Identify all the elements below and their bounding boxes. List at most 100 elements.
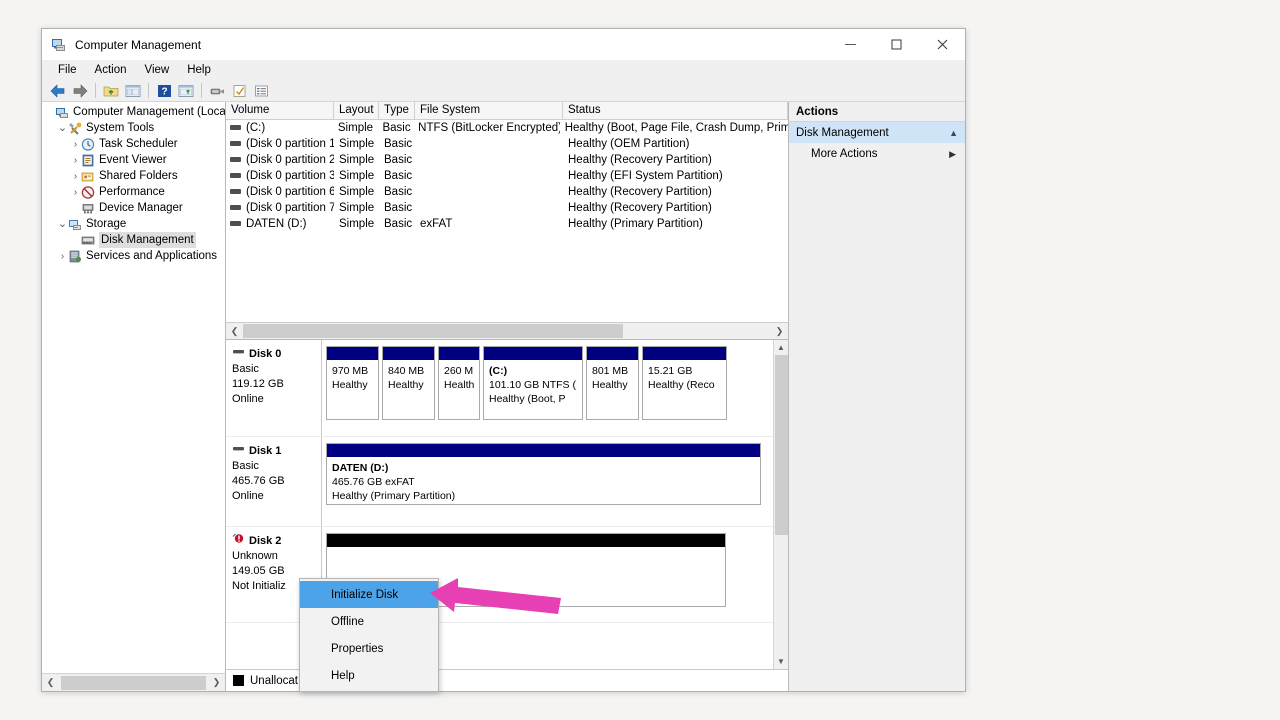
partition-block[interactable]: 801 MB Healthy bbox=[586, 346, 639, 420]
tree-item-event-viewer[interactable]: › Event Viewer bbox=[42, 152, 225, 168]
chevron-right-icon[interactable]: › bbox=[70, 187, 81, 198]
graph-scroll-down-button[interactable]: ▼ bbox=[774, 654, 788, 669]
context-menu-item-label: Help bbox=[331, 669, 355, 682]
menu-help[interactable]: Help bbox=[178, 62, 220, 78]
properties-window-icon[interactable] bbox=[176, 81, 196, 101]
partition-text: 15.21 GB Healthy (Reco bbox=[643, 360, 726, 392]
tree-scroll-thumb[interactable] bbox=[61, 675, 206, 690]
table-row[interactable]: (Disk 0 partition 1) Simple Basic Healthy (… bbox=[226, 136, 788, 152]
partition-block[interactable]: 970 MB Healthy bbox=[326, 346, 379, 420]
volume-name: (Disk 0 partition 6) bbox=[246, 186, 334, 198]
partition-status: Healthy bbox=[592, 379, 628, 391]
volume-scroll-track[interactable] bbox=[243, 323, 771, 339]
table-row[interactable]: (Disk 0 partition 6) Simple Basic Healthy (… bbox=[226, 184, 788, 200]
tree-scroll-left-button[interactable]: ❮ bbox=[42, 674, 59, 691]
volume-scroll-thumb[interactable] bbox=[243, 324, 623, 338]
volume-list-horizontal-scrollbar[interactable]: ❮ ❯ bbox=[226, 322, 788, 339]
graph-scroll-thumb[interactable] bbox=[775, 355, 788, 535]
tree-item-label: Performance bbox=[99, 186, 165, 198]
status-cell: Healthy (EFI System Partition) bbox=[568, 170, 723, 182]
tree-item-system-tools[interactable]: ⌄ System Tools bbox=[42, 120, 225, 136]
status-cell: Healthy (OEM Partition) bbox=[568, 138, 690, 150]
chevron-right-icon[interactable]: › bbox=[70, 155, 81, 166]
context-menu-item-offline[interactable]: Offline bbox=[300, 608, 438, 635]
partition-text: 801 MB Healthy bbox=[587, 360, 638, 392]
tree-scroll-track[interactable] bbox=[59, 674, 208, 691]
refresh-icon[interactable] bbox=[207, 81, 227, 101]
partition-status: Healthy (Boot, P bbox=[489, 393, 566, 405]
tree-item-storage[interactable]: ⌄ Storage bbox=[42, 216, 225, 232]
graph-scroll-track[interactable] bbox=[774, 355, 788, 654]
partition-block[interactable]: 840 MB Healthy bbox=[382, 346, 435, 420]
column-header-volume[interactable]: Volume bbox=[226, 102, 334, 119]
chevron-right-icon[interactable]: › bbox=[70, 139, 81, 150]
tree-item-computer-management-local[interactable]: Computer Management (Local bbox=[42, 104, 225, 120]
back-icon[interactable] bbox=[48, 81, 68, 101]
annotation-arrow bbox=[428, 576, 563, 626]
volume-scroll-right-button[interactable]: ❯ bbox=[771, 323, 788, 339]
chevron-down-icon[interactable]: ⌄ bbox=[57, 122, 68, 133]
maximize-button[interactable] bbox=[873, 29, 919, 60]
context-menu-item-help[interactable]: Help bbox=[300, 662, 438, 689]
status-cell: Healthy (Recovery Partition) bbox=[568, 202, 712, 214]
tree-item-disk-management[interactable]: Disk Management bbox=[42, 232, 225, 248]
chevron-right-icon[interactable]: › bbox=[57, 251, 68, 262]
tree-item-services-and-applications[interactable]: › Services and Applications bbox=[42, 248, 225, 264]
menu-action[interactable]: Action bbox=[86, 62, 136, 78]
list-view-icon[interactable] bbox=[251, 81, 271, 101]
forward-icon[interactable] bbox=[70, 81, 90, 101]
status-cell: Healthy (Boot, Page File, Crash Dump, Pr… bbox=[564, 122, 788, 134]
partition-text: 260 M Health bbox=[439, 360, 479, 392]
action-more-actions[interactable]: More Actions ▶ bbox=[789, 143, 965, 165]
column-header-layout[interactable]: Layout bbox=[334, 102, 379, 119]
chevron-down-icon[interactable]: ⌄ bbox=[57, 218, 68, 229]
help-icon[interactable]: ? bbox=[154, 81, 174, 101]
table-row[interactable]: DATEN (D:) Simple Basic exFAT Healthy (Prima… bbox=[226, 216, 788, 232]
column-header-file-system[interactable]: File System bbox=[415, 102, 563, 119]
graph-scroll-up-button[interactable]: ▲ bbox=[774, 340, 788, 355]
table-row[interactable]: (Disk 0 partition 7) Simple Basic Healthy (… bbox=[226, 200, 788, 216]
disk-type: Basic bbox=[232, 363, 259, 375]
chevron-up-icon[interactable]: ▲ bbox=[949, 128, 958, 138]
context-menu-item-initialize-disk[interactable]: Initialize Disk bbox=[300, 581, 438, 608]
type-cell: Basic bbox=[384, 186, 413, 198]
chevron-right-icon[interactable]: › bbox=[70, 171, 81, 182]
menu-view[interactable]: View bbox=[136, 62, 179, 78]
table-row[interactable]: (Disk 0 partition 2) Simple Basic Healthy (… bbox=[226, 152, 788, 168]
table-row[interactable]: (Disk 0 partition 3) Simple Basic Healthy (… bbox=[226, 168, 788, 184]
volume-list: Volume Layout Type File System Status (C… bbox=[226, 102, 788, 340]
tree-item-shared-folders[interactable]: › Shared Folders bbox=[42, 168, 225, 184]
actions-pane: Actions Disk Management ▲ More Actions ▶ bbox=[789, 102, 965, 691]
up-folder-icon[interactable] bbox=[101, 81, 121, 101]
tree-scroll-right-button[interactable]: ❯ bbox=[208, 674, 225, 691]
partition-block[interactable]: (C:) 101.10 GB NTFS (Healthy (Boot, P bbox=[483, 346, 583, 420]
tree-item-label: Disk Management bbox=[99, 232, 196, 248]
actions-group-label: Disk Management bbox=[796, 126, 889, 139]
context-menu-item-label: Initialize Disk bbox=[331, 588, 399, 601]
filesystem-cell: exFAT bbox=[420, 218, 453, 230]
column-header-type[interactable]: Type bbox=[379, 102, 415, 119]
partition-text: 840 MB Healthy bbox=[383, 360, 434, 392]
actions-group-disk-management[interactable]: Disk Management ▲ bbox=[789, 122, 965, 143]
tree-item-task-scheduler[interactable]: › Task Scheduler bbox=[42, 136, 225, 152]
tree-horizontal-scrollbar[interactable]: ❮ ❯ bbox=[42, 673, 225, 691]
disk-name-row: Disk 2 bbox=[232, 533, 321, 549]
close-button[interactable] bbox=[919, 29, 965, 60]
menu-file[interactable]: File bbox=[49, 62, 86, 78]
partition-block[interactable]: 260 M Health bbox=[438, 346, 480, 420]
disk-info-panel[interactable]: Disk 0 Basic 119.12 GB Online bbox=[226, 340, 322, 436]
column-header-status[interactable]: Status bbox=[563, 102, 788, 119]
checkmark-task-icon[interactable] bbox=[229, 81, 249, 101]
minimize-button[interactable] bbox=[827, 29, 873, 60]
table-row[interactable]: (C:) Simple Basic NTFS (BitLocker Encrypted… bbox=[226, 120, 788, 136]
tree-item-device-manager[interactable]: Device Manager bbox=[42, 200, 225, 216]
graph-vertical-scrollbar[interactable]: ▲ ▼ bbox=[773, 340, 788, 669]
partition-block[interactable]: 15.21 GB Healthy (Reco bbox=[642, 346, 727, 420]
context-menu-item-properties[interactable]: Properties bbox=[300, 635, 438, 662]
volume-scroll-left-button[interactable]: ❮ bbox=[226, 323, 243, 339]
partition-block[interactable]: DATEN (D:) 465.76 GB exFAT Healthy (Primar… bbox=[326, 443, 761, 505]
disk-info-panel[interactable]: Disk 1 Basic 465.76 GB Online bbox=[226, 437, 322, 526]
tree-item-performance[interactable]: › Performance bbox=[42, 184, 225, 200]
partition-title: DATEN (D:) bbox=[332, 462, 389, 474]
show-hide-console-tree-icon[interactable] bbox=[123, 81, 143, 101]
